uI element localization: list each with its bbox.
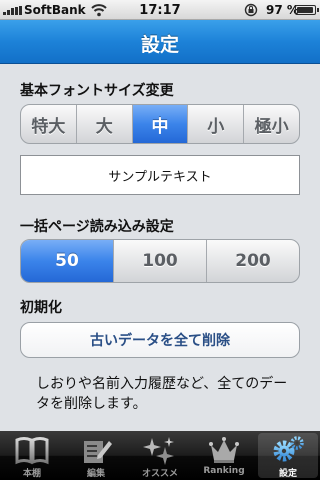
tab-label: Ranking	[203, 466, 245, 476]
gear-icon	[273, 436, 304, 462]
nav-bar: 設定	[0, 20, 320, 64]
sample-text-preview: サンプルテキスト	[20, 155, 300, 195]
tab-label: 編集	[86, 469, 105, 479]
orientation-lock-icon	[244, 3, 258, 17]
page-load-segmented-control: 50 100 200	[20, 239, 300, 283]
settings-content: 基本フォントサイズ変更 特大 大 中 小 極小 サンプルテキスト 一括ページ読み…	[0, 64, 320, 431]
edit-icon	[84, 441, 112, 463]
tab-label: 設定	[278, 469, 297, 479]
sparkle-icon	[143, 437, 174, 465]
font-size-option-xsmall[interactable]: 極小	[244, 105, 299, 143]
tab-label: オススメ	[141, 469, 178, 479]
status-bar: SoftBank 17:17 97 %	[0, 0, 320, 20]
page-load-option-100[interactable]: 100	[114, 240, 207, 282]
font-size-option-medium[interactable]: 中	[132, 105, 189, 143]
page-load-option-200[interactable]: 200	[207, 240, 299, 282]
crown-icon	[209, 437, 239, 463]
tab-bar: 本棚 編集 オススメ Ranking 設定	[0, 431, 320, 480]
page-load-option-50[interactable]: 50	[21, 240, 114, 282]
battery-percent: 97 %	[266, 3, 299, 17]
delete-old-data-button[interactable]: 古いデータを全て削除	[20, 322, 300, 358]
font-size-option-large[interactable]: 大	[77, 105, 133, 143]
page-load-label: 一括ページ読み込み設定	[20, 219, 174, 235]
battery-icon	[295, 5, 319, 15]
tab-settings[interactable]: 設定	[256, 431, 320, 480]
font-size-label: 基本フォントサイズ変更	[20, 83, 174, 99]
font-size-segmented-control: 特大 大 中 小 極小	[20, 104, 300, 144]
reset-label: 初期化	[20, 300, 62, 316]
tab-bookshelf[interactable]: 本棚	[0, 431, 64, 480]
tab-label: 本棚	[22, 469, 41, 479]
reset-description: しおりや名前入力履歴など、全てのデータを削除します。	[36, 376, 288, 412]
font-size-option-small[interactable]: 小	[188, 105, 245, 143]
book-icon	[15, 437, 49, 465]
font-size-option-xlarge[interactable]: 特大	[21, 105, 77, 143]
tab-recommended[interactable]: オススメ	[128, 431, 192, 480]
tab-edit[interactable]: 編集	[64, 431, 128, 480]
page-title: 設定	[140, 34, 179, 56]
tab-ranking[interactable]: Ranking	[192, 431, 256, 480]
